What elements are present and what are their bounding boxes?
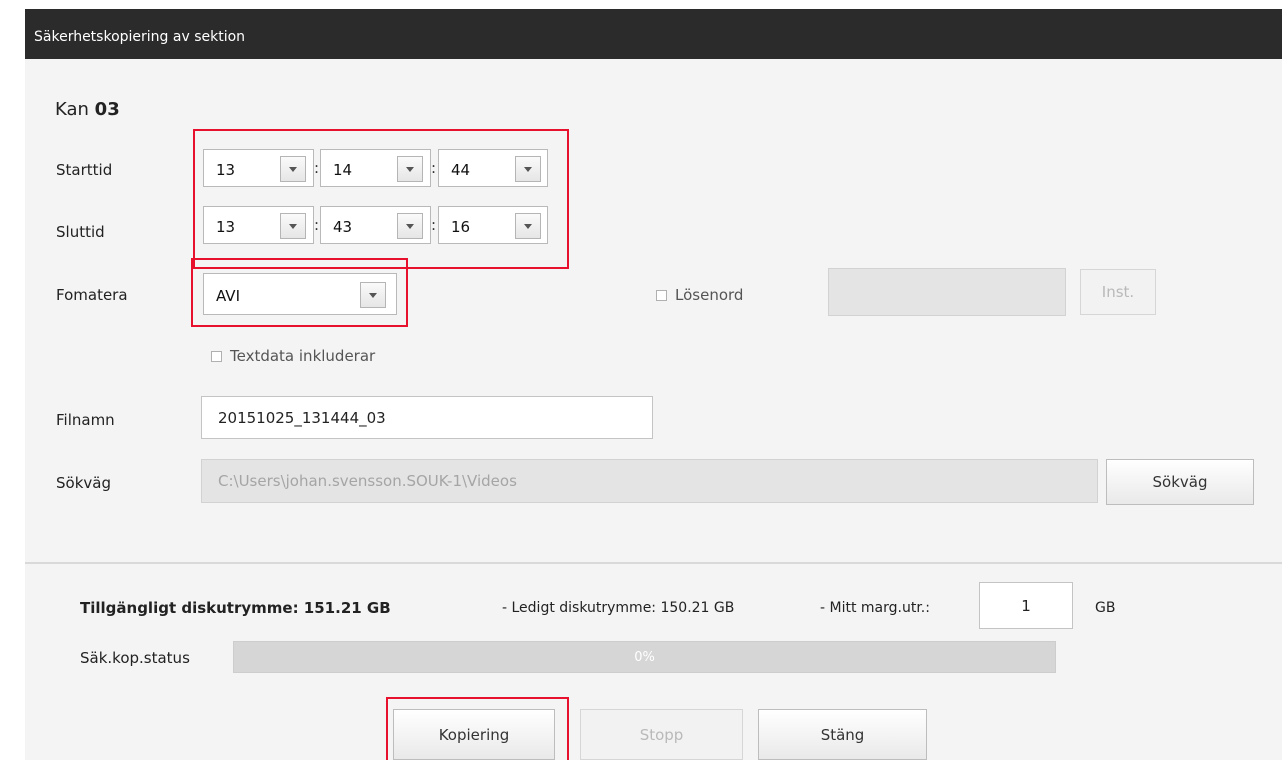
channel-prefix: Kan [55, 99, 89, 120]
margin-unit: GB [1095, 600, 1116, 616]
progress-percent: 0% [634, 650, 655, 665]
copy-button-highlight [386, 697, 569, 760]
password-settings-button[interactable]: Inst. [1080, 269, 1156, 315]
backup-status-label: Säk.kop.status [80, 649, 190, 667]
close-button[interactable]: Stäng [758, 709, 927, 760]
stop-button[interactable]: Stopp [580, 709, 743, 760]
backup-dialog: Säkerhetskopiering av sektion Kan 03 Sta… [25, 9, 1282, 760]
path-label: Sökväg [56, 474, 111, 492]
margin-field[interactable] [980, 583, 1072, 628]
time-range-highlight [193, 129, 569, 269]
margin-label: - Mitt marg.utr.: [820, 600, 930, 616]
format-highlight [191, 258, 408, 327]
browse-path-button[interactable]: Sökväg [1106, 459, 1254, 505]
filename-label: Filnamn [56, 411, 115, 429]
backup-progress-bar: 0% [233, 641, 1056, 673]
password-input[interactable] [828, 268, 1066, 316]
password-label: Lösenord [675, 286, 744, 304]
margin-input[interactable] [979, 582, 1073, 629]
text-data-checkbox[interactable] [211, 351, 222, 362]
section-divider [25, 562, 1282, 564]
filename-field[interactable] [202, 397, 652, 438]
channel-number: 03 [94, 99, 120, 120]
available-disk-space: Tillgängligt diskutrymme: 151.21 GB [80, 599, 391, 617]
title-bar: Säkerhetskopiering av sektion [25, 9, 1282, 59]
window-title: Säkerhetskopiering av sektion [34, 29, 246, 45]
start-time-label: Starttid [56, 161, 113, 179]
free-disk-space: - Ledigt diskutrymme: 150.21 GB [502, 600, 735, 616]
format-label: Fomatera [56, 286, 128, 304]
path-input[interactable] [201, 459, 1098, 503]
channel-heading: Kan 03 [55, 99, 120, 120]
end-time-label: Sluttid [56, 223, 105, 241]
text-data-label: Textdata inkluderar [230, 347, 376, 365]
password-checkbox[interactable] [656, 290, 667, 301]
path-field[interactable] [202, 460, 1097, 502]
filename-input[interactable] [201, 396, 653, 439]
password-field[interactable] [829, 269, 1065, 315]
